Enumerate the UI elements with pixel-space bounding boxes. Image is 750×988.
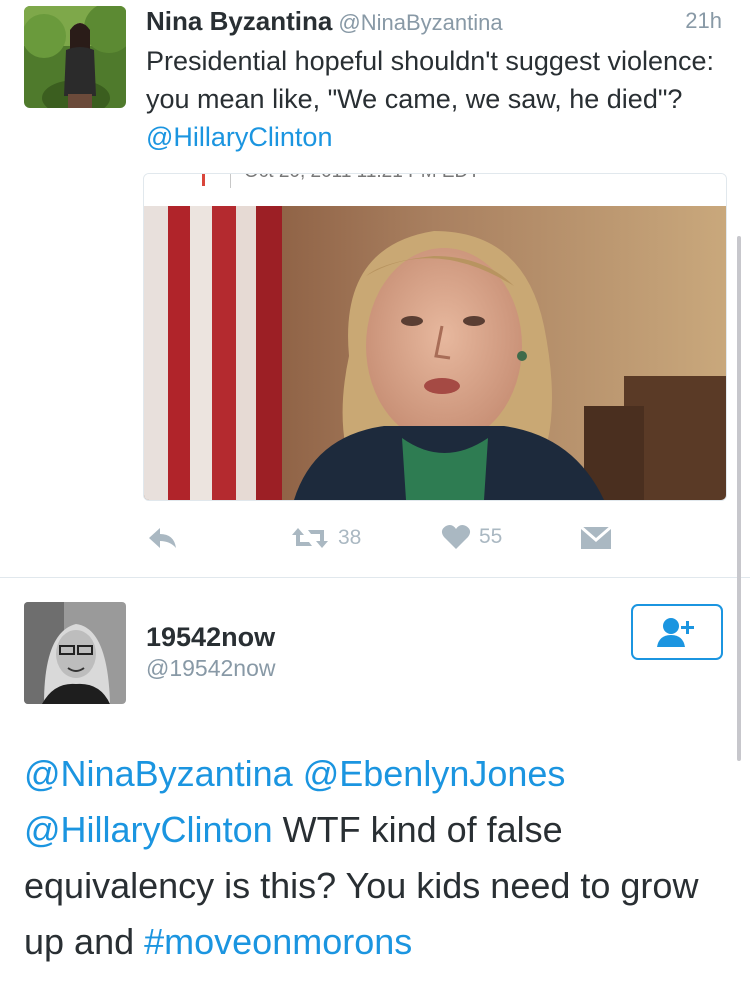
reply-icon bbox=[149, 528, 176, 548]
card-separator bbox=[230, 174, 231, 188]
tweet2-handle[interactable]: @19542now bbox=[146, 655, 276, 682]
tweet1-text: Presidential hopeful shouldn't suggest v… bbox=[146, 42, 726, 156]
tweet2-text: @NinaByzantina @EbenlynJones @HillaryCli… bbox=[24, 746, 724, 970]
tweet-text-run: Presidential hopeful shouldn't suggest v… bbox=[146, 46, 715, 114]
like-button[interactable]: 55 bbox=[441, 524, 502, 550]
card-date: Oct 20, 2011 11:21 PM EDT bbox=[244, 174, 480, 183]
avatar-19542now[interactable] bbox=[24, 602, 126, 704]
timestamp[interactable]: 21h bbox=[685, 8, 722, 34]
message-icon bbox=[580, 526, 612, 549]
tweet1-author[interactable]: Nina Byzantina @NinaByzantina bbox=[146, 6, 503, 37]
hashtag-link[interactable]: #moveonmorons bbox=[144, 921, 412, 962]
retweet-icon bbox=[292, 528, 328, 548]
avatar-nina[interactable] bbox=[24, 6, 126, 108]
mention-link[interactable]: @HillaryClinton bbox=[146, 122, 332, 152]
tweet2-display-name[interactable]: 19542now bbox=[146, 622, 275, 653]
follow-button[interactable] bbox=[631, 604, 723, 660]
media-card[interactable]: Oct 20, 2011 11:21 PM EDT bbox=[143, 173, 727, 501]
mention-link[interactable]: @HillaryClinton bbox=[24, 809, 273, 850]
card-header: Oct 20, 2011 11:21 PM EDT bbox=[144, 174, 726, 206]
handle[interactable]: @NinaByzantina bbox=[338, 10, 502, 35]
direct-message-button[interactable] bbox=[580, 526, 612, 550]
mention-link[interactable]: @NinaByzantina bbox=[24, 753, 293, 794]
retweet-count: 38 bbox=[338, 526, 362, 549]
reply-button[interactable] bbox=[146, 524, 178, 552]
mention-link[interactable]: @EbenlynJones bbox=[303, 753, 566, 794]
like-count: 55 bbox=[479, 525, 503, 548]
display-name[interactable]: Nina Byzantina bbox=[146, 6, 332, 36]
news-photo[interactable] bbox=[144, 206, 726, 500]
retweet-button[interactable]: 38 bbox=[290, 524, 361, 552]
tweet-divider bbox=[0, 577, 750, 578]
follow-add-user-icon bbox=[657, 618, 694, 647]
tweet1-actions: 38 55 bbox=[0, 524, 750, 558]
card-logo-mark bbox=[202, 174, 205, 186]
scrollbar[interactable] bbox=[737, 236, 741, 761]
heart-icon bbox=[441, 525, 471, 549]
tweet-text-run bbox=[293, 753, 303, 794]
